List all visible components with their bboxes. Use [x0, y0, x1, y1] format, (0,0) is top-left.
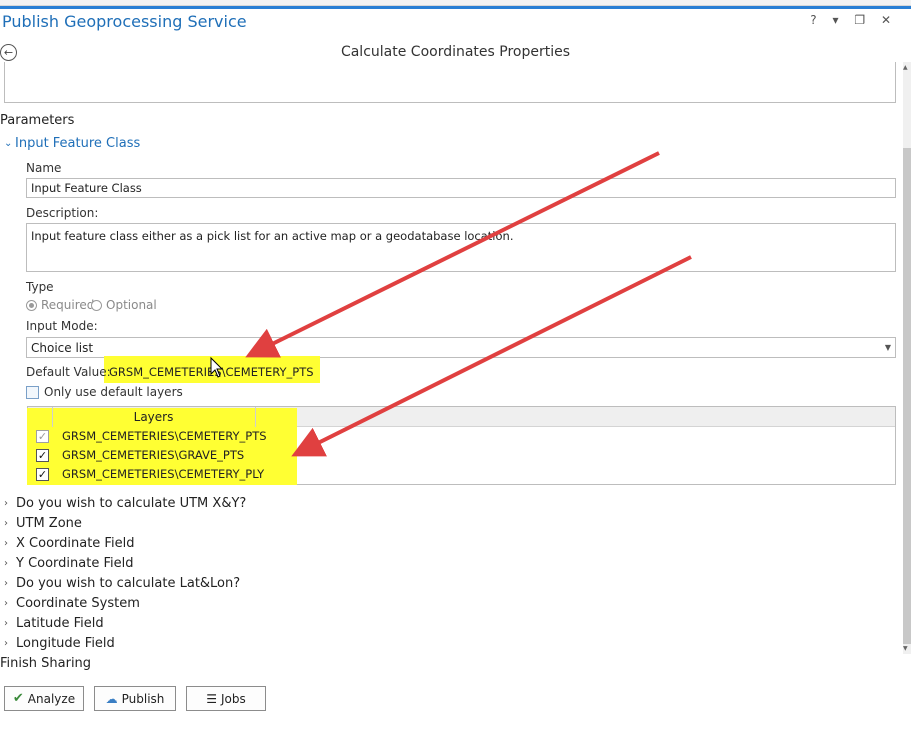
- chevron-right-icon: ›: [4, 598, 8, 609]
- checkbox-unchecked-icon: [26, 385, 39, 399]
- button-label: Jobs: [221, 691, 246, 706]
- default-value-label: Default Value:: [26, 365, 111, 379]
- checkbox-label: Only use default layers: [44, 385, 183, 399]
- group-label: Coordinate System: [16, 596, 140, 611]
- type-label: Type: [26, 280, 54, 294]
- name-label: Name: [26, 161, 62, 175]
- table-row[interactable]: ✓ GRSM_CEMETERIES\CEMETERY_PTS: [36, 429, 267, 443]
- group-label: Do you wish to calculate Lat&Lon?: [16, 576, 241, 591]
- group-label: Latitude Field: [16, 616, 104, 631]
- checkmark-icon[interactable]: ✓: [36, 467, 49, 481]
- chevron-down-icon: ⌄: [4, 138, 13, 149]
- radio-label: Required: [41, 298, 95, 312]
- group-utm-xy[interactable]: › Do you wish to calculate UTM X&Y?: [4, 496, 246, 511]
- group-utm-zone[interactable]: › UTM Zone: [4, 516, 82, 531]
- layers-column-header[interactable]: Layers: [52, 410, 255, 424]
- column-divider[interactable]: [255, 407, 256, 427]
- only-default-layers-checkbox[interactable]: Only use default layers: [26, 385, 183, 399]
- finish-sharing-label: Finish Sharing: [0, 656, 92, 671]
- close-button[interactable]: ✕: [881, 13, 897, 27]
- checkmark-icon[interactable]: ✓: [36, 448, 49, 462]
- chevron-right-icon: ›: [4, 638, 8, 649]
- page-title: Calculate Coordinates Properties: [340, 44, 571, 60]
- scrollbar-thumb[interactable]: [903, 148, 911, 644]
- type-required-radio[interactable]: Required: [26, 298, 94, 312]
- cloud-icon: ☁: [105, 691, 118, 706]
- radio-label: Optional: [106, 298, 157, 312]
- group-label: Input Feature Class: [15, 136, 141, 151]
- checkmark-icon: ✓: [36, 429, 49, 443]
- publish-button[interactable]: ☁ Publish: [94, 686, 176, 711]
- options-dropdown-button[interactable]: ▾: [832, 13, 844, 27]
- chevron-right-icon: ›: [4, 578, 8, 589]
- layer-name: GRSM_CEMETERIES\GRAVE_PTS: [62, 448, 245, 462]
- button-label: Analyze: [27, 691, 76, 706]
- type-optional-radio[interactable]: Optional: [91, 298, 157, 312]
- description-label: Description:: [26, 206, 99, 220]
- chevron-right-icon: ›: [4, 558, 8, 569]
- default-value-field[interactable]: GRSM_CEMETERIES\CEMETERY_PTS: [109, 365, 314, 379]
- group-latitude-field[interactable]: › Latitude Field: [4, 616, 104, 631]
- back-button[interactable]: ←: [0, 44, 17, 61]
- window-controls: ? ▾ ❐ ✕: [810, 13, 897, 27]
- scroll-down-icon[interactable]: ▼: [903, 645, 908, 652]
- group-y-coordinate-field[interactable]: › Y Coordinate Field: [4, 556, 133, 571]
- group-label: X Coordinate Field: [16, 536, 135, 551]
- active-tab-indicator: [0, 6, 911, 9]
- button-label: Publish: [121, 691, 165, 706]
- caret-down-icon: ▼: [884, 343, 891, 352]
- group-lat-lon[interactable]: › Do you wish to calculate Lat&Lon?: [4, 576, 240, 591]
- group-label: UTM Zone: [16, 516, 82, 531]
- check-icon: ✔: [12, 691, 24, 706]
- chevron-right-icon: ›: [4, 618, 8, 629]
- input-feature-class-group-toggle[interactable]: ⌄ Input Feature Class: [4, 136, 140, 151]
- chevron-right-icon: ›: [4, 518, 8, 529]
- analyze-button[interactable]: ✔ Analyze: [4, 686, 84, 711]
- group-x-coordinate-field[interactable]: › X Coordinate Field: [4, 536, 134, 551]
- chevron-right-icon: ›: [4, 538, 8, 549]
- group-label: Longitude Field: [16, 636, 115, 651]
- table-row[interactable]: ✓ GRSM_CEMETERIES\GRAVE_PTS: [36, 448, 244, 462]
- chevron-right-icon: ›: [4, 498, 8, 509]
- group-longitude-field[interactable]: › Longitude Field: [4, 636, 115, 651]
- radio-unselected-icon: [91, 299, 102, 311]
- input-mode-select[interactable]: Choice list ▼: [26, 337, 896, 358]
- scroll-up-icon[interactable]: ▲: [903, 64, 908, 71]
- pane-title: Publish Geoprocessing Service: [2, 12, 247, 31]
- name-input[interactable]: Input Feature Class: [26, 178, 896, 198]
- layer-name: GRSM_CEMETERIES\CEMETERY_PTS: [62, 429, 267, 443]
- group-label: Do you wish to calculate UTM X&Y?: [16, 496, 247, 511]
- group-coordinate-system[interactable]: › Coordinate System: [4, 596, 140, 611]
- select-value: Choice list: [31, 341, 94, 355]
- summary-textarea[interactable]: [4, 62, 896, 103]
- group-label: Y Coordinate Field: [16, 556, 134, 571]
- parameters-section-label: Parameters: [0, 113, 75, 128]
- layer-name: GRSM_CEMETERIES\CEMETERY_PLY: [62, 467, 265, 481]
- description-textarea[interactable]: Input feature class either as a pick lis…: [26, 223, 896, 272]
- radio-selected-icon: [26, 299, 37, 311]
- input-mode-label: Input Mode:: [26, 319, 98, 333]
- jobs-button[interactable]: ☰ Jobs: [186, 686, 266, 711]
- list-icon: ☰: [206, 691, 217, 706]
- arrow-left-icon: ←: [3, 46, 14, 59]
- help-button[interactable]: ?: [810, 13, 822, 27]
- float-button[interactable]: ❐: [854, 13, 871, 27]
- table-row[interactable]: ✓ GRSM_CEMETERIES\CEMETERY_PLY: [36, 467, 264, 481]
